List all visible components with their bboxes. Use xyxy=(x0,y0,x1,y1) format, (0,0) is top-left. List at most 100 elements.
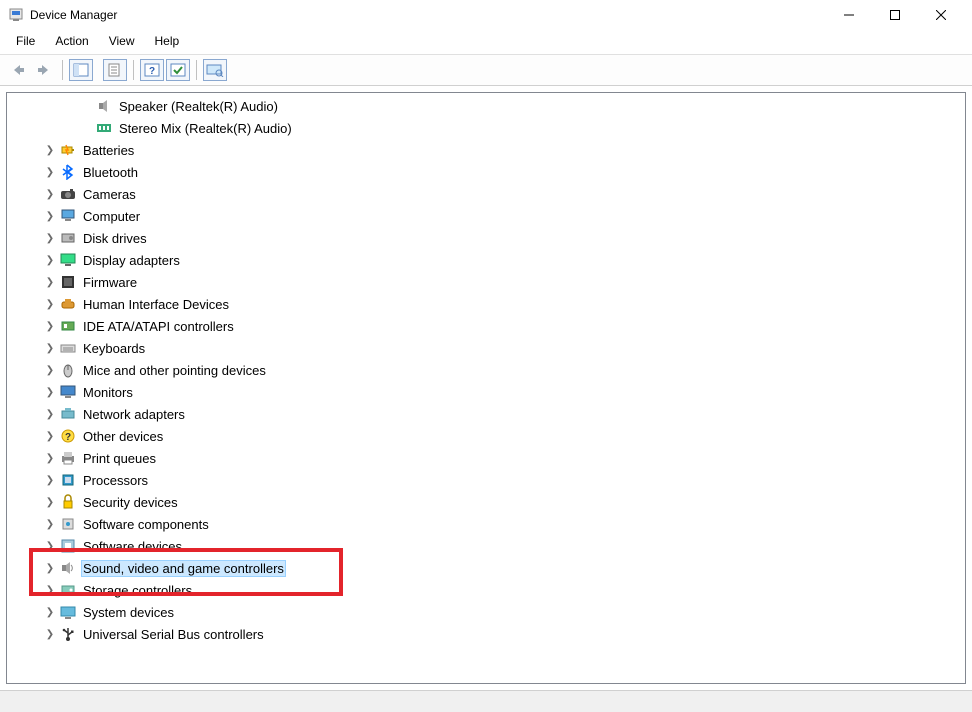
category-label: Software devices xyxy=(81,538,184,555)
expander-icon[interactable]: ❯ xyxy=(43,451,57,465)
device-category-item[interactable]: ❯Display adapters xyxy=(7,249,965,271)
device-category-item[interactable]: ❯ IDE ATA/ATAPI controllers xyxy=(7,315,965,337)
device-category-item[interactable]: ❯Computer xyxy=(7,205,965,227)
expander-icon[interactable]: ❯ xyxy=(43,319,57,333)
titlebar: Device Manager xyxy=(0,0,972,30)
device-category-item[interactable]: ❯Software components xyxy=(7,513,965,535)
device-tree-container: Speaker (Realtek(R) Audio)Stereo Mix (Re… xyxy=(6,92,966,684)
expander-icon[interactable]: ❯ xyxy=(43,407,57,421)
device-category-item[interactable]: ❯ Software devices xyxy=(7,535,965,557)
expander-icon[interactable]: ❯ xyxy=(43,583,57,597)
device-leaf-item[interactable]: Speaker (Realtek(R) Audio) xyxy=(7,95,965,117)
device-category-item[interactable]: ❯Processors xyxy=(7,469,965,491)
close-button[interactable] xyxy=(918,0,964,30)
category-label: System devices xyxy=(81,604,176,621)
category-label: Other devices xyxy=(81,428,165,445)
svg-text:?: ? xyxy=(149,66,155,77)
device-category-item[interactable]: ❯Sound, video and game controllers xyxy=(7,557,965,579)
expander-icon[interactable]: ❯ xyxy=(43,561,57,575)
device-category-item[interactable]: ❯ Mice and other pointing devices xyxy=(7,359,965,381)
expander-icon[interactable]: ❯ xyxy=(43,143,57,157)
processor-icon xyxy=(59,472,77,488)
device-category-item[interactable]: ❯ Disk drives xyxy=(7,227,965,249)
ide-icon xyxy=(59,318,77,334)
device-category-item[interactable]: ❯ Security devices xyxy=(7,491,965,513)
maximize-button[interactable] xyxy=(872,0,918,30)
menu-view[interactable]: View xyxy=(101,32,143,50)
category-label: Print queues xyxy=(81,450,158,467)
expander-icon[interactable]: ❯ xyxy=(43,473,57,487)
arrow-right-icon xyxy=(36,63,52,77)
expander-icon[interactable]: ❯ xyxy=(43,385,57,399)
expander-icon[interactable]: ❯ xyxy=(43,495,57,509)
category-label: Storage controllers xyxy=(81,582,194,599)
add-legacy-hardware-button[interactable] xyxy=(203,59,227,81)
category-label: Disk drives xyxy=(81,230,149,247)
expander-icon[interactable]: ❯ xyxy=(43,231,57,245)
category-label: Keyboards xyxy=(81,340,147,357)
device-leaf-item[interactable]: Stereo Mix (Realtek(R) Audio) xyxy=(7,117,965,139)
device-category-item[interactable]: ❯ Network adapters xyxy=(7,403,965,425)
expander-icon[interactable]: ❯ xyxy=(43,429,57,443)
device-category-item[interactable]: ❯ Storage controllers xyxy=(7,579,965,601)
expander-icon[interactable]: ❯ xyxy=(43,539,57,553)
expander-icon[interactable]: ❯ xyxy=(43,605,57,619)
scan-hardware-button[interactable] xyxy=(166,59,190,81)
usb-icon xyxy=(59,626,77,642)
device-category-item[interactable]: ❯ Human Interface Devices xyxy=(7,293,965,315)
expander-icon[interactable]: ❯ xyxy=(43,363,57,377)
device-category-item[interactable]: ❯ Keyboards xyxy=(7,337,965,359)
expander-icon[interactable]: ❯ xyxy=(43,165,57,179)
device-category-item[interactable]: ❯Monitors xyxy=(7,381,965,403)
computer-icon xyxy=(59,208,77,224)
properties-button[interactable] xyxy=(103,59,127,81)
device-category-item[interactable]: ❯ Universal Serial Bus controllers xyxy=(7,623,965,645)
system-icon xyxy=(59,604,77,620)
device-category-item[interactable]: ❯Cameras xyxy=(7,183,965,205)
device-category-item[interactable]: ❯ System devices xyxy=(7,601,965,623)
menu-file[interactable]: File xyxy=(8,32,43,50)
device-category-item[interactable]: ❯? Other devices xyxy=(7,425,965,447)
device-category-item[interactable]: ❯Batteries xyxy=(7,139,965,161)
help-button[interactable]: ? xyxy=(140,59,164,81)
monitor-search-icon xyxy=(206,63,224,77)
display-icon xyxy=(59,252,77,268)
expander-icon[interactable]: ❯ xyxy=(43,275,57,289)
category-label: IDE ATA/ATAPI controllers xyxy=(81,318,236,335)
forward-button[interactable] xyxy=(32,59,56,81)
category-label: Network adapters xyxy=(81,406,187,423)
svg-text:?: ? xyxy=(65,432,71,443)
sound-icon xyxy=(59,560,77,576)
menu-help[interactable]: Help xyxy=(147,32,188,50)
expander-icon[interactable]: ❯ xyxy=(43,341,57,355)
disk-icon xyxy=(59,230,77,246)
expander-icon[interactable]: ❯ xyxy=(43,209,57,223)
expander-icon[interactable]: ❯ xyxy=(43,297,57,311)
expander-icon[interactable]: ❯ xyxy=(43,187,57,201)
category-label: Human Interface Devices xyxy=(81,296,231,313)
expander-icon[interactable]: ❯ xyxy=(43,627,57,641)
category-label: Universal Serial Bus controllers xyxy=(81,626,266,643)
category-label: Mice and other pointing devices xyxy=(81,362,268,379)
speaker-icon xyxy=(95,98,113,114)
device-category-item[interactable]: ❯Firmware xyxy=(7,271,965,293)
expander-icon[interactable]: ❯ xyxy=(43,517,57,531)
stereomix-icon xyxy=(95,120,113,136)
back-button[interactable] xyxy=(6,59,30,81)
device-category-item[interactable]: ❯Bluetooth xyxy=(7,161,965,183)
menubar: File Action View Help xyxy=(0,30,972,55)
window-title: Device Manager xyxy=(30,8,117,22)
expander-icon[interactable]: ❯ xyxy=(43,253,57,267)
statusbar xyxy=(0,690,972,712)
show-hide-console-tree-button[interactable] xyxy=(69,59,93,81)
device-tree[interactable]: Speaker (Realtek(R) Audio)Stereo Mix (Re… xyxy=(7,93,965,683)
minimize-button[interactable] xyxy=(826,0,872,30)
device-category-item[interactable]: ❯ Print queues xyxy=(7,447,965,469)
toolbar: ? xyxy=(0,55,972,86)
bluetooth-icon xyxy=(59,164,77,180)
other-icon: ? xyxy=(59,428,77,444)
firmware-icon xyxy=(59,274,77,290)
category-label: Security devices xyxy=(81,494,180,511)
menu-action[interactable]: Action xyxy=(47,32,96,50)
softwaredevice-icon xyxy=(59,538,77,554)
